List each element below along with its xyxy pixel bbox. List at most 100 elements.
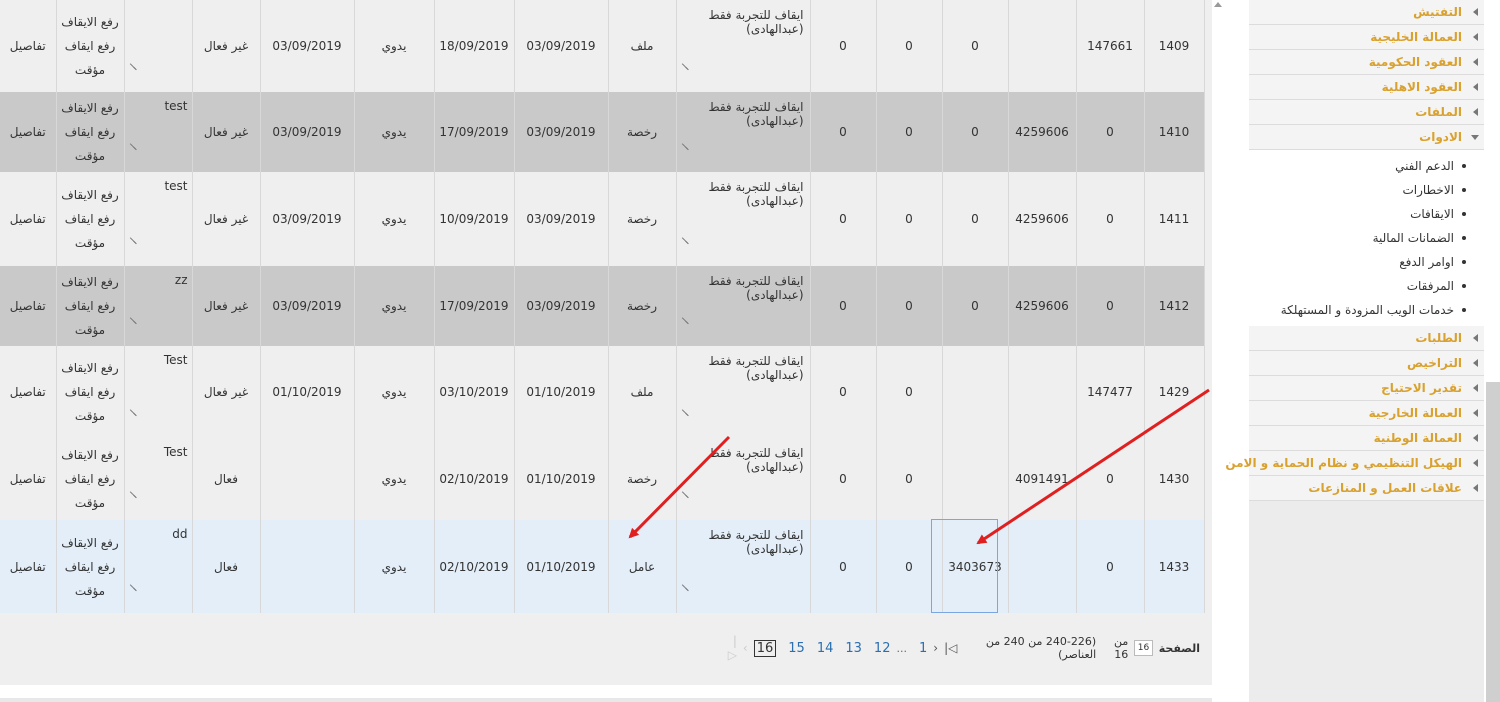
resize-grip-icon[interactable] [681, 583, 689, 591]
resize-grip-icon[interactable] [129, 583, 137, 591]
lift-suspension-link[interactable]: رفع الايقاف [57, 183, 124, 207]
row-value-3: 0 [971, 299, 979, 313]
sidebar-scrollbar[interactable] [1486, 382, 1500, 702]
vertical-scrollbar[interactable] [1212, 0, 1224, 702]
lift-suspension-link[interactable]: رفع الايقاف [57, 531, 124, 555]
submenu-item-guarantees[interactable]: الضمانات المالية [1249, 226, 1484, 250]
resize-grip-icon[interactable] [681, 236, 689, 244]
row-note: test [164, 179, 188, 193]
lift-temp-suspension-link[interactable]: رفع ايقاف [57, 207, 124, 231]
lift-suspension-link[interactable]: رفع الايقاف [57, 443, 124, 467]
scroll-up-icon[interactable] [1214, 2, 1222, 7]
prev-page-icon[interactable]: ‹ [933, 641, 938, 655]
lift-temp-suspension-link[interactable]: مؤقت [57, 318, 124, 342]
row-date-2: 17/09/2019 [439, 299, 509, 313]
row-type: عامل [628, 559, 656, 574]
row-value-1: 0 [839, 39, 847, 53]
first-page-icon[interactable]: ◁| [944, 641, 957, 655]
lift-temp-suspension-link[interactable]: مؤقت [57, 58, 124, 82]
sidebar-item-national-labor[interactable]: العمالة الوطنية [1249, 426, 1484, 451]
lift-temp-suspension-link[interactable]: مؤقت [57, 491, 124, 515]
page-link-15[interactable]: 15 [788, 641, 805, 656]
page-link-1[interactable]: 1 [919, 641, 927, 656]
row-details-link[interactable]: تفاصيل [10, 212, 46, 226]
lift-temp-suspension-link[interactable]: رفع ايقاف [57, 294, 124, 318]
row-date-1: 01/10/2019 [526, 385, 596, 399]
row-ref-1: 4259606 [1015, 212, 1069, 226]
row-value-2: 0 [905, 299, 913, 313]
lift-temp-suspension-link[interactable]: رفع ايقاف [57, 34, 124, 58]
row-id: 1410 [1158, 125, 1190, 139]
page-ellipsis[interactable]: ... [896, 642, 907, 655]
resize-grip-icon[interactable] [681, 62, 689, 70]
page-link-14[interactable]: 14 [817, 641, 834, 656]
sidebar-item-inspection[interactable]: التفتيش [1249, 0, 1484, 25]
resize-grip-icon[interactable] [681, 142, 689, 150]
row-details-link[interactable]: تفاصيل [10, 39, 46, 53]
lift-temp-suspension-link[interactable]: مؤقت [57, 404, 124, 428]
row-status: فعال [214, 559, 238, 574]
row-actions: رفع الايقاف رفع ايقاف مؤقت [56, 520, 125, 613]
row-value-1: 0 [839, 559, 847, 574]
submenu-item-notifications[interactable]: الاخطارات [1249, 178, 1484, 202]
submenu-item-tech-support[interactable]: الدعم الفني [1249, 154, 1484, 178]
row-ref-1: 4259606 [1015, 125, 1069, 139]
row-status: غير فعال [203, 125, 249, 139]
sidebar-item-gulf-labor[interactable]: العمالة الخليجية [1249, 25, 1484, 50]
resize-grip-icon[interactable] [129, 316, 137, 324]
resize-grip-icon[interactable] [129, 62, 137, 70]
lift-temp-suspension-link[interactable]: رفع ايقاف [57, 380, 124, 404]
row-details-link[interactable]: تفاصيل [10, 125, 46, 139]
lift-temp-suspension-link[interactable]: مؤقت [57, 231, 124, 255]
row-value-1: 0 [839, 385, 847, 399]
sidebar-item-files[interactable]: الملفات [1249, 100, 1484, 125]
row-date-3: 03/09/2019 [272, 39, 342, 53]
row-value-2: 0 [905, 39, 913, 53]
page-link-13[interactable]: 13 [845, 641, 862, 656]
horizontal-scrollbar[interactable] [0, 698, 1212, 702]
row-details-link[interactable]: تفاصيل [10, 299, 46, 313]
lift-temp-suspension-link[interactable]: مؤقت [57, 144, 124, 168]
resize-grip-icon[interactable] [129, 490, 137, 498]
lift-temp-suspension-link[interactable]: رفع ايقاف [57, 555, 124, 579]
row-details-link[interactable]: تفاصيل [10, 560, 46, 574]
page-input[interactable]: 16 [1134, 640, 1153, 656]
resize-grip-icon[interactable] [129, 236, 137, 244]
sidebar-item-private-contracts[interactable]: العقود الاهلية [1249, 75, 1484, 100]
page-link-12[interactable]: 12 [874, 641, 891, 656]
row-actions: رفع الايقاف رفع ايقاف مؤقت [56, 172, 125, 266]
submenu-item-payment-orders[interactable]: اوامر الدفع [1249, 250, 1484, 274]
sidebar-item-needs-estimate[interactable]: تقدير الاحتياج [1249, 376, 1484, 401]
row-details-link[interactable]: تفاصيل [10, 472, 46, 486]
row-id: 1409 [1158, 39, 1190, 53]
resize-grip-icon[interactable] [129, 408, 137, 416]
sidebar-item-gov-contracts[interactable]: العقود الحكومية [1249, 50, 1484, 75]
row-date-2: 10/09/2019 [439, 212, 509, 226]
lift-suspension-link[interactable]: رفع الايقاف [57, 356, 124, 380]
sidebar-item-org-structure[interactable]: الهيكل التنظيمي و نظام الحماية و الامن [1225, 451, 1484, 476]
submenu-item-attachments[interactable]: المرفقات [1249, 274, 1484, 298]
row-date-1: 03/09/2019 [526, 212, 596, 226]
lift-suspension-link[interactable]: رفع الايقاف [57, 10, 124, 34]
triangle-left-icon [1473, 359, 1478, 367]
lift-temp-suspension-link[interactable]: مؤقت [57, 579, 124, 603]
sidebar-item-tools[interactable]: الادوات [1249, 125, 1484, 150]
resize-grip-icon[interactable] [681, 408, 689, 416]
sidebar-item-foreign-labor[interactable]: العمالة الخارجية [1249, 401, 1484, 426]
lift-suspension-link[interactable]: رفع الايقاف [57, 270, 124, 294]
row-details-link[interactable]: تفاصيل [10, 385, 46, 399]
sidebar-item-labor-relations[interactable]: علاقات العمل و المنازعات [1249, 476, 1484, 501]
submenu-item-web-services[interactable]: خدمات الويب المزودة و المستهلكة [1249, 298, 1484, 322]
row-ref-2: 0 [1106, 299, 1114, 313]
resize-grip-icon[interactable] [129, 142, 137, 150]
resize-grip-icon[interactable] [681, 490, 689, 498]
submenu-item-suspensions[interactable]: الايقافات [1249, 202, 1484, 226]
lift-temp-suspension-link[interactable]: رفع ايقاف [57, 120, 124, 144]
resize-grip-icon[interactable] [681, 316, 689, 324]
main-content: تفاصيل رفع الايقاف رفع ايقاف مؤقت غير فعال 03… [0, 0, 1212, 685]
sidebar-item-requests[interactable]: الطلبات [1249, 326, 1484, 351]
sidebar-item-licenses[interactable]: التراخيص [1249, 351, 1484, 376]
lift-suspension-link[interactable]: رفع الايقاف [57, 96, 124, 120]
row-value-1: 0 [839, 125, 847, 139]
lift-temp-suspension-link[interactable]: رفع ايقاف [57, 467, 124, 491]
